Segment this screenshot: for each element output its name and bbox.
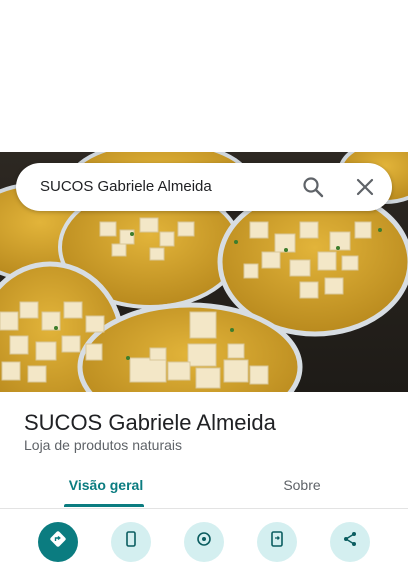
phone-icon [126,531,136,547]
tab-selected-indicator [64,504,144,507]
location-icon [197,532,211,546]
place-name: SUCOS Gabriele Almeida [24,410,276,435]
search-input[interactable]: SUCOS Gabriele Almeida [40,178,212,195]
close-icon[interactable] [354,176,376,198]
location-button[interactable] [184,522,224,562]
tab-overview[interactable]: Visão geral [48,470,164,508]
search-icon[interactable] [302,176,324,198]
share-button[interactable] [330,522,370,562]
tab-bar: Visão geral Sobre [0,470,408,509]
place-category[interactable]: Loja de produtos naturais [24,437,182,453]
map-blank-area [0,0,408,152]
directions-icon [50,531,66,547]
directions-button[interactable] [38,522,78,562]
call-button[interactable] [111,522,151,562]
send-to-phone-button[interactable] [257,522,297,562]
share-icon [344,532,356,546]
send-to-phone-icon [271,531,283,547]
search-bar[interactable]: SUCOS Gabriele Almeida [16,163,392,211]
tab-about[interactable]: Sobre [252,470,352,508]
